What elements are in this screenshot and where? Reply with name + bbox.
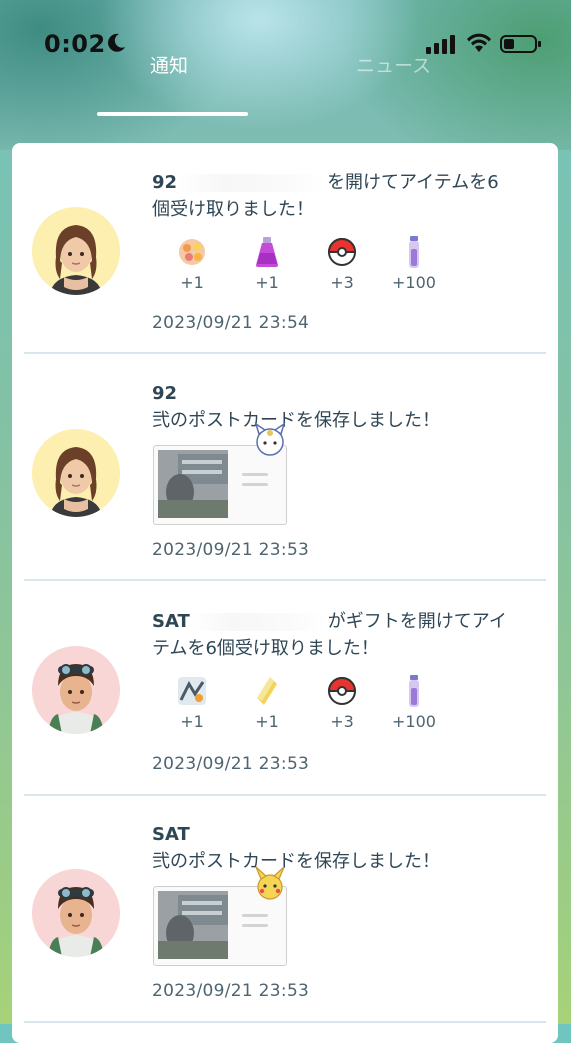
notification-item-gift[interactable]: SAT がギフトを開けてアイテムを6個受け取りました！ +1 +1 +3 +10… [12, 582, 558, 796]
avatar [32, 207, 120, 295]
postcard-thumbnail[interactable] [153, 866, 287, 966]
stardust-vial-icon [409, 675, 419, 707]
item-count: +1 [255, 712, 279, 731]
female-trainer-avatar-icon [32, 207, 120, 295]
item-count: +3 [330, 712, 354, 731]
redacted-name [177, 174, 328, 192]
divider [24, 1021, 546, 1023]
item-count: +100 [392, 273, 436, 292]
notification-message: SAT 弐のポストカードを保存しました！ [152, 821, 512, 875]
male-trainer-avatar-icon [32, 869, 120, 957]
potion-icon [256, 237, 278, 267]
item-count: +3 [330, 273, 354, 292]
divider [24, 794, 546, 796]
notification-item-postcard[interactable]: SAT 弐のポストカードを保存しました！ 2023/09/21 23:53 [12, 797, 558, 1027]
postcard-photo [158, 891, 228, 959]
notification-message: 92 を開けてアイテムを6個受け取りました！ [152, 169, 512, 223]
gift-item: +1 [162, 674, 222, 731]
postcard-line [242, 924, 268, 927]
stardust-vial-icon [409, 236, 419, 268]
redacted-name [189, 613, 328, 631]
notification-date: 2023/09/21 23:54 [152, 313, 310, 333]
postcard-line [242, 483, 268, 486]
active-tab-indicator [97, 112, 248, 116]
meowth-icon [254, 422, 286, 456]
male-trainer-avatar-icon [32, 646, 120, 734]
tab-news[interactable]: ニュース [356, 51, 431, 78]
gift-item: +3 [312, 674, 372, 731]
tab-bar: 通知 ニュース [0, 45, 571, 120]
pokeball-icon [327, 677, 357, 705]
notification-message: 92 弐のポストカードを保存しました！ [152, 380, 512, 434]
sender-name: 92 [152, 172, 178, 193]
sender-name: SAT [152, 824, 190, 845]
avatar [32, 429, 120, 517]
gift-item: +3 [312, 235, 372, 292]
pokeball-icon [327, 238, 357, 266]
notification-message: SAT がギフトを開けてアイテムを6個受け取りました！ [152, 608, 512, 662]
postcard-thumbnail[interactable] [153, 422, 287, 525]
avatar [32, 646, 120, 734]
gift-item: +100 [384, 674, 444, 731]
item-count: +1 [180, 712, 204, 731]
postcard-line [242, 473, 268, 476]
avatar [32, 869, 120, 957]
sender-name: 92 [152, 383, 178, 404]
pikachu-icon [255, 866, 285, 900]
gift-item: +100 [384, 235, 444, 292]
item-count: +1 [255, 273, 279, 292]
notification-date: 2023/09/21 23:53 [152, 754, 310, 774]
postcard-line [242, 914, 268, 917]
item-count: +1 [180, 273, 204, 292]
gift-item: +1 [162, 235, 222, 292]
golden-berry-icon [257, 677, 277, 705]
star-piece-icon [179, 239, 205, 265]
gift-item: +1 [237, 235, 297, 292]
notification-item-gift[interactable]: 92 を開けてアイテムを6個受け取りました！ +1 +1 +3 +100 202… [12, 143, 558, 354]
female-trainer-avatar-icon [32, 429, 120, 517]
sender-name: SAT [152, 611, 190, 632]
message-text: 弐のポストカードを保存しました！ [152, 410, 440, 431]
gift-item: +1 [237, 674, 297, 731]
tab-notifications[interactable]: 通知 [150, 51, 188, 78]
notification-list[interactable]: 92 を開けてアイテムを6個受け取りました！ +1 +1 +3 +100 202… [12, 143, 558, 1043]
message-text: 弐のポストカードを保存しました！ [152, 851, 440, 872]
gift-items-row: +1 +1 +3 +100 [162, 235, 482, 295]
notification-date: 2023/09/21 23:53 [152, 981, 310, 1001]
postcard-photo [158, 450, 228, 518]
notification-item-postcard[interactable]: 92 弐のポストカードを保存しました！ 2023/09/21 23:53 [12, 354, 558, 581]
item-count: +100 [392, 712, 436, 731]
divider [24, 579, 546, 581]
egg-incubator-icon [178, 677, 206, 705]
notification-date: 2023/09/21 23:53 [152, 540, 310, 560]
gift-items-row: +1 +1 +3 +100 [162, 674, 482, 734]
